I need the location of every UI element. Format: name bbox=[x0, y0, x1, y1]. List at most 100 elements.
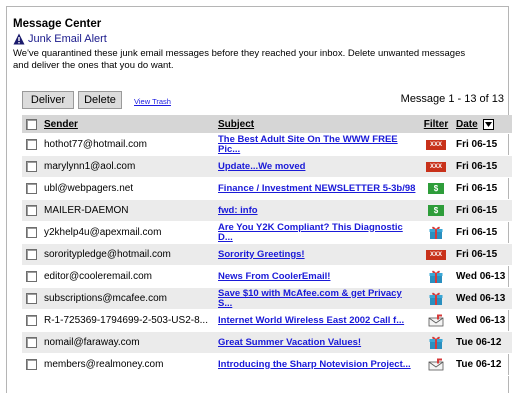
subject-link[interactable]: Save $10 with McAfee.com & get Privacy S… bbox=[218, 288, 418, 309]
sender-cell: R-1-725369-1794699-2-503-US2-8... bbox=[44, 315, 208, 326]
filter-cell: $ bbox=[422, 178, 450, 199]
toolbar: Deliver Delete View Trash Message 1 - 13… bbox=[22, 91, 512, 109]
deliver-button[interactable]: Deliver bbox=[22, 91, 74, 109]
adult-filter-icon: XXX bbox=[426, 249, 446, 260]
subject-cell: Update...We moved bbox=[218, 156, 418, 177]
date-cell: Tue 06-12 bbox=[456, 337, 502, 348]
row-checkbox-cell[interactable] bbox=[24, 156, 38, 177]
table-row[interactable]: subscriptions@mcafee.com Save $10 with Mc… bbox=[22, 288, 512, 310]
sender-cell: y2khelp4u@apexmail.com bbox=[44, 227, 162, 238]
select-all-checkbox[interactable] bbox=[25, 118, 37, 130]
sort-descending-icon[interactable] bbox=[482, 118, 494, 130]
sender-cell: nomail@faraway.com bbox=[44, 337, 140, 348]
row-checkbox[interactable] bbox=[25, 161, 37, 172]
table-row[interactable]: editor@cooleremail.com News From CoolerEm… bbox=[22, 266, 512, 288]
row-checkbox-cell[interactable] bbox=[24, 222, 38, 243]
row-checkbox[interactable] bbox=[25, 359, 37, 370]
gift-filter-icon bbox=[429, 269, 443, 284]
sender-cell: members@realmoney.com bbox=[44, 359, 164, 370]
row-checkbox-cell[interactable] bbox=[24, 310, 38, 331]
date-cell: Wed 06-13 bbox=[456, 271, 506, 282]
row-checkbox-cell[interactable] bbox=[24, 244, 38, 265]
filter-cell bbox=[422, 310, 450, 331]
table-row[interactable]: members@realmoney.com Introducing the Sha… bbox=[22, 354, 512, 376]
row-checkbox[interactable] bbox=[25, 227, 37, 238]
filter-cell: XXX bbox=[422, 134, 450, 155]
subject-cell: Are You Y2K Compliant? This Diagnostic D… bbox=[218, 222, 418, 243]
sender-cell: ubl@webpagers.net bbox=[44, 183, 134, 194]
subject-link[interactable]: Finance / Investment NEWSLETTER 5-3b/98 bbox=[218, 183, 415, 194]
table-row[interactable]: sororitypledge@hotmail.com Sorority Greet… bbox=[22, 244, 512, 266]
date-column-label[interactable]: Date bbox=[456, 119, 478, 130]
filter-cell: XXX bbox=[422, 156, 450, 177]
subject-link[interactable]: Internet World Wireless East 2002 Call f… bbox=[218, 315, 404, 326]
subject-cell: Great Summer Vacation Values! bbox=[218, 332, 418, 353]
select-all-checkbox-cell[interactable] bbox=[24, 115, 38, 133]
money-filter-icon: $ bbox=[428, 183, 444, 194]
message-count: Message 1 - 13 of 13 bbox=[400, 93, 504, 105]
sender-cell: subscriptions@mcafee.com bbox=[44, 293, 167, 304]
sender-cell: editor@cooleremail.com bbox=[44, 271, 152, 282]
filter-cell bbox=[422, 266, 450, 287]
subject-cell: Internet World Wireless East 2002 Call f… bbox=[218, 310, 418, 331]
date-cell: Wed 06-13 bbox=[456, 293, 506, 304]
date-cell: Fri 06-15 bbox=[456, 183, 498, 194]
subject-link[interactable]: Are You Y2K Compliant? This Diagnostic D… bbox=[218, 222, 418, 243]
subject-cell: Introducing the Sharp Notevision Project… bbox=[218, 354, 418, 375]
subject-link[interactable]: Update...We moved bbox=[218, 161, 305, 172]
sender-cell: sororitypledge@hotmail.com bbox=[44, 249, 171, 260]
subject-link[interactable]: Great Summer Vacation Values! bbox=[218, 337, 361, 348]
date-cell: Fri 06-15 bbox=[456, 227, 498, 238]
filter-cell bbox=[422, 354, 450, 375]
row-checkbox-cell[interactable] bbox=[24, 332, 38, 353]
filter-column-header[interactable]: Filter bbox=[422, 115, 450, 133]
table-row[interactable]: y2khelp4u@apexmail.com Are You Y2K Compli… bbox=[22, 222, 512, 244]
filter-cell bbox=[422, 288, 450, 309]
row-checkbox[interactable] bbox=[25, 183, 37, 194]
table-row[interactable]: ubl@webpagers.net Finance / Investment NE… bbox=[22, 178, 512, 200]
row-checkbox-cell[interactable] bbox=[24, 266, 38, 287]
row-checkbox[interactable] bbox=[25, 205, 37, 216]
date-cell: Fri 06-15 bbox=[456, 161, 498, 172]
subject-link[interactable]: fwd: info bbox=[218, 205, 258, 216]
row-checkbox-cell[interactable] bbox=[24, 288, 38, 309]
filter-cell: XXX bbox=[422, 244, 450, 265]
sender-column-header[interactable]: Sender bbox=[44, 115, 216, 133]
row-checkbox-cell[interactable] bbox=[24, 178, 38, 199]
subject-link[interactable]: News From CoolerEmail! bbox=[218, 271, 330, 282]
row-checkbox[interactable] bbox=[25, 139, 37, 150]
row-checkbox[interactable] bbox=[25, 271, 37, 282]
row-checkbox[interactable] bbox=[25, 315, 37, 326]
message-list: hothot77@hotmail.com The Best Adult Site … bbox=[22, 134, 512, 376]
subject-link[interactable]: Introducing the Sharp Notevision Project… bbox=[218, 359, 411, 370]
subject-link[interactable]: Sorority Greetings! bbox=[218, 249, 305, 260]
subject-cell: The Best Adult Site On The WWW FREE Pic.… bbox=[218, 134, 418, 155]
table-row[interactable]: marylynn1@aol.com Update...We moved XXX Fri… bbox=[22, 156, 512, 178]
date-cell: Wed 06-13 bbox=[456, 315, 506, 326]
row-checkbox-cell[interactable] bbox=[24, 134, 38, 155]
table-row[interactable]: hothot77@hotmail.com The Best Adult Site … bbox=[22, 134, 512, 156]
gift-filter-icon bbox=[429, 291, 443, 306]
message-center-header: Message Center Junk Email Alert We've qu… bbox=[13, 17, 507, 72]
alert-description: We've quarantined these junk email messa… bbox=[13, 48, 466, 71]
table-row[interactable]: MAILER-DAEMON fwd: info $ Fri 06-15 bbox=[22, 200, 512, 222]
row-checkbox-cell[interactable] bbox=[24, 200, 38, 221]
sender-cell: marylynn1@aol.com bbox=[44, 161, 136, 172]
subject-cell: News From CoolerEmail! bbox=[218, 266, 418, 287]
gift-filter-icon bbox=[429, 335, 443, 350]
date-column-header[interactable]: Date bbox=[456, 115, 512, 133]
date-cell: Fri 06-15 bbox=[456, 249, 498, 260]
row-checkbox[interactable] bbox=[25, 293, 37, 304]
row-checkbox[interactable] bbox=[25, 249, 37, 260]
delete-button[interactable]: Delete bbox=[78, 91, 122, 109]
subject-cell: Sorority Greetings! bbox=[218, 244, 418, 265]
row-checkbox-cell[interactable] bbox=[24, 354, 38, 375]
subject-link[interactable]: The Best Adult Site On The WWW FREE Pic.… bbox=[218, 134, 418, 155]
table-row[interactable]: nomail@faraway.com Great Summer Vacation … bbox=[22, 332, 512, 354]
row-checkbox[interactable] bbox=[25, 337, 37, 348]
mail-filter-icon bbox=[428, 314, 444, 327]
table-row[interactable]: R-1-725369-1794699-2-503-US2-8... Interne… bbox=[22, 310, 512, 332]
view-trash-link[interactable]: View Trash bbox=[134, 97, 171, 106]
subject-column-header[interactable]: Subject bbox=[218, 115, 418, 133]
sender-cell: hothot77@hotmail.com bbox=[44, 139, 147, 150]
